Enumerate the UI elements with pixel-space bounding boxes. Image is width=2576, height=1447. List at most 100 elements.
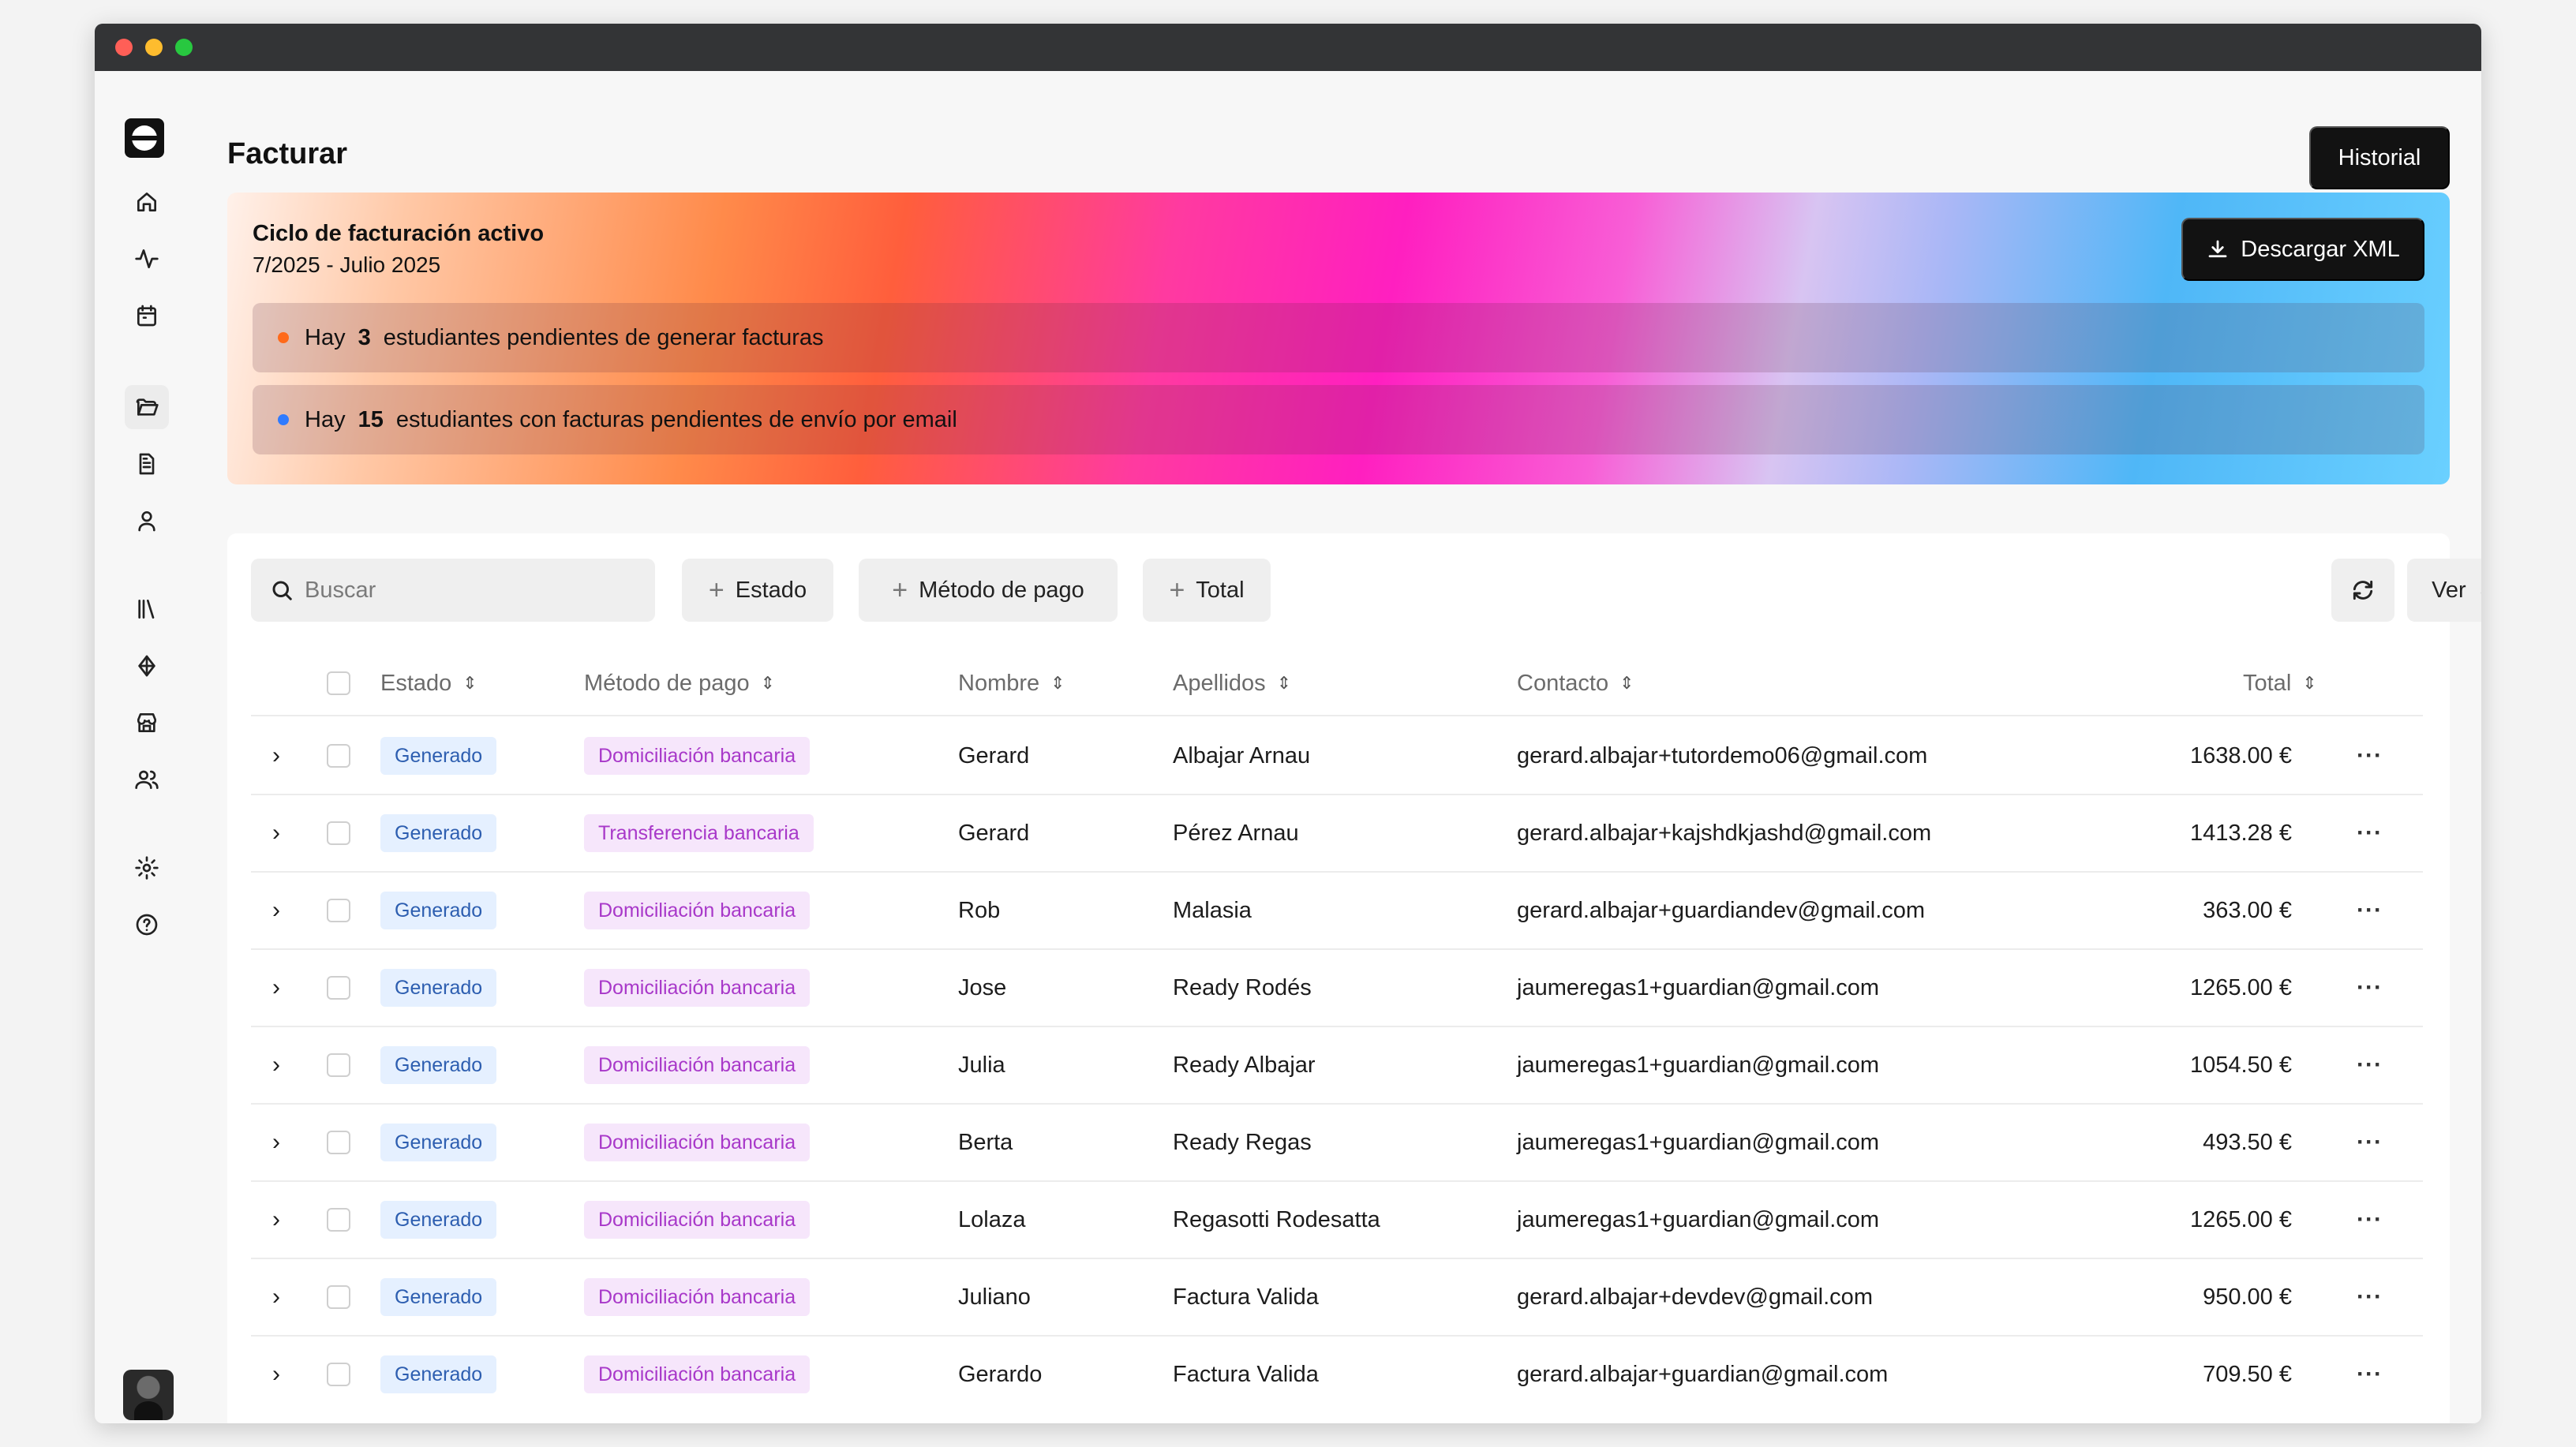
more-options-icon[interactable]: ···: [2357, 1182, 2383, 1258]
users-icon[interactable]: [125, 757, 169, 802]
column-label: Apellidos: [1173, 670, 1266, 696]
calendar-icon[interactable]: [125, 294, 169, 338]
settings-icon[interactable]: [125, 846, 169, 890]
table-row[interactable]: › Generado Domiciliación bancaria Julia …: [251, 1027, 2423, 1105]
nombre-cell: Gerard: [958, 820, 1030, 846]
table-row[interactable]: › Generado Domiciliación bancaria Berta …: [251, 1105, 2423, 1182]
search-icon: [272, 581, 292, 600]
contacto-cell: gerard.albajar+kajshdkjashd@gmail.com: [1517, 820, 1932, 846]
folder-open-icon[interactable]: [125, 385, 169, 429]
refresh-button[interactable]: [2331, 559, 2394, 622]
row-checkbox[interactable]: [327, 899, 350, 922]
more-options-icon[interactable]: ···: [2357, 873, 2383, 948]
app-logo[interactable]: [125, 118, 164, 158]
sidebar: [95, 71, 197, 1423]
search-input[interactable]: Buscar: [251, 559, 655, 622]
plus-icon: +: [1169, 575, 1185, 605]
contacto-cell: gerard.albajar+devdev@gmail.com: [1517, 1284, 1873, 1310]
column-nombre[interactable]: Nombre ⇕: [958, 650, 1065, 716]
help-icon[interactable]: [125, 903, 169, 947]
table-row[interactable]: › Generado Domiciliación bancaria Lolaza…: [251, 1182, 2423, 1259]
total-cell: 1054.50 €: [2189, 1052, 2292, 1078]
row-checkbox[interactable]: [327, 1053, 350, 1077]
minimize-window-button[interactable]: [145, 39, 163, 56]
payment-method-badge: Domiciliación bancaria: [584, 737, 811, 775]
more-options-icon[interactable]: ···: [2357, 718, 2383, 794]
nombre-cell: Juliano: [958, 1284, 1031, 1310]
expand-chevron-icon[interactable]: ›: [262, 718, 290, 794]
total-cell: 1265.00 €: [2189, 1206, 2292, 1232]
filter-estado-button[interactable]: + Estado: [682, 559, 833, 622]
document-icon[interactable]: [125, 442, 169, 486]
table-row[interactable]: › Generado Transferencia bancaria Gerard…: [251, 795, 2423, 873]
row-checkbox[interactable]: [327, 1131, 350, 1154]
row-checkbox[interactable]: [327, 1208, 350, 1232]
history-button[interactable]: Historial: [2309, 126, 2450, 189]
sort-icon: ⇕: [462, 673, 477, 693]
row-checkbox[interactable]: [327, 1285, 350, 1309]
sort-icon: ⇕: [1050, 673, 1065, 693]
table-row[interactable]: › Generado Domiciliación bancaria Jose R…: [251, 950, 2423, 1027]
total-cell: 1265.00 €: [2189, 974, 2292, 1000]
filter-total-button[interactable]: + Total: [1143, 559, 1271, 622]
row-checkbox[interactable]: [327, 821, 350, 845]
row-checkbox[interactable]: [327, 1363, 350, 1386]
select-all-checkbox[interactable]: [327, 671, 350, 695]
droplet-icon[interactable]: [125, 644, 169, 688]
activity-icon[interactable]: [125, 237, 169, 281]
user-icon[interactable]: [125, 499, 169, 543]
home-icon[interactable]: [125, 180, 169, 224]
column-label: Estado: [380, 670, 452, 696]
download-xml-button[interactable]: Descargar XML: [2181, 218, 2424, 281]
column-estado[interactable]: Estado ⇕: [380, 650, 477, 716]
expand-chevron-icon[interactable]: ›: [262, 1182, 290, 1258]
maximize-window-button[interactable]: [175, 39, 193, 56]
status-badge: Generado: [380, 969, 497, 1007]
column-total[interactable]: Total ⇕: [2243, 650, 2317, 716]
filter-label: Método de pago: [919, 577, 1084, 603]
more-options-icon[interactable]: ···: [2357, 795, 2383, 871]
chevron-down-icon: ⌄: [2477, 579, 2481, 602]
nombre-cell: Gerardo: [958, 1361, 1043, 1387]
apellidos-cell: Regasotti Rodesatta: [1173, 1206, 1380, 1232]
more-options-icon[interactable]: ···: [2357, 950, 2383, 1026]
column-metodo-pago[interactable]: Método de pago ⇕: [584, 650, 775, 716]
more-options-icon[interactable]: ···: [2357, 1027, 2383, 1103]
column-apellidos[interactable]: Apellidos ⇕: [1173, 650, 1291, 716]
billing-cycle-title: Ciclo de facturación activo: [253, 221, 545, 246]
table-row[interactable]: › Generado Domiciliación bancaria Gerard…: [251, 718, 2423, 795]
sort-icon: ⇕: [2302, 673, 2317, 693]
expand-chevron-icon[interactable]: ›: [262, 1027, 290, 1103]
nombre-cell: Jose: [958, 974, 1007, 1000]
more-options-icon[interactable]: ···: [2357, 1105, 2383, 1180]
total-cell: 1413.28 €: [2189, 820, 2292, 846]
filter-metodo-pago-button[interactable]: + Método de pago: [859, 559, 1118, 622]
billing-cycle-period: 7/2025 - Julio 2025: [253, 252, 441, 277]
user-avatar[interactable]: [123, 1370, 174, 1420]
table-row[interactable]: › Generado Domiciliación bancaria Rob Ma…: [251, 873, 2423, 950]
nombre-cell: Rob: [958, 897, 1001, 923]
close-window-button[interactable]: [115, 39, 133, 56]
more-options-icon[interactable]: ···: [2357, 1337, 2383, 1412]
view-dropdown[interactable]: Ver ⌄: [2407, 559, 2481, 622]
expand-chevron-icon[interactable]: ›: [262, 1105, 290, 1180]
expand-chevron-icon[interactable]: ›: [262, 1259, 290, 1335]
row-checkbox[interactable]: [327, 976, 350, 1000]
apellidos-cell: Ready Regas: [1173, 1129, 1312, 1155]
expand-chevron-icon[interactable]: ›: [262, 1337, 290, 1412]
row-checkbox[interactable]: [327, 744, 350, 768]
library-icon[interactable]: [125, 587, 169, 631]
column-contacto[interactable]: Contacto ⇕: [1517, 650, 1634, 716]
status-badge: Generado: [380, 892, 497, 929]
view-label: Ver: [2432, 577, 2466, 603]
expand-chevron-icon[interactable]: ›: [262, 950, 290, 1026]
contacto-cell: jaumeregas1+guardian@gmail.com: [1517, 1206, 1880, 1232]
sort-icon: ⇕: [1276, 673, 1292, 693]
apellidos-cell: Ready Rodés: [1173, 974, 1312, 1000]
table-row[interactable]: › Generado Domiciliación bancaria Julian…: [251, 1259, 2423, 1337]
more-options-icon[interactable]: ···: [2357, 1259, 2383, 1335]
expand-chevron-icon[interactable]: ›: [262, 873, 290, 948]
store-icon[interactable]: [125, 701, 169, 745]
expand-chevron-icon[interactable]: ›: [262, 795, 290, 871]
table-row[interactable]: › Generado Domiciliación bancaria Gerard…: [251, 1337, 2423, 1414]
